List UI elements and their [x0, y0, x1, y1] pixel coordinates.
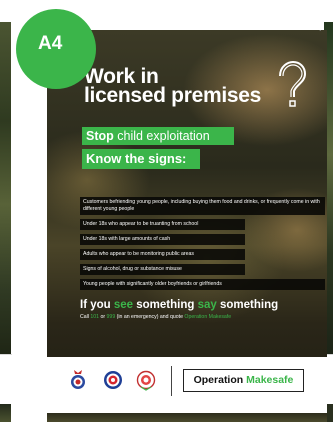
om-operation: Operation	[193, 374, 247, 386]
poster-bottom-image	[47, 413, 327, 422]
emblem-logo-icon	[136, 370, 156, 391]
footer-divider	[171, 366, 172, 396]
om-makesafe: Makesafe	[246, 374, 294, 386]
left-card-image	[0, 22, 11, 354]
crop-mark: ¦	[319, 30, 321, 31]
poster-title: Work in licensed premises	[84, 66, 261, 107]
cta-part: If you	[80, 299, 114, 311]
know-signs-banner: Know the signs:	[82, 149, 200, 169]
circular-badge-logo-icon	[104, 371, 122, 389]
question-mark-icon	[279, 60, 307, 107]
call-quote: Operation Makesafe	[184, 314, 232, 320]
operation-makesafe-logo: Operation Makesafe	[183, 369, 304, 392]
cta-part: something	[133, 299, 198, 311]
sign-item: Signs of alcohol, drug or substance misu…	[80, 264, 245, 275]
call-999: 999	[106, 314, 116, 320]
poster-title-line2: licensed premises	[84, 84, 261, 107]
call-101: 101	[90, 314, 100, 320]
call-part: or	[99, 314, 107, 320]
police-crest-logo-icon	[71, 370, 85, 389]
sign-item: Customers befriending young people, incl…	[80, 197, 325, 215]
stop-rest: child exploitation	[113, 129, 210, 143]
sign-item: Under 18s with large amounts of cash	[80, 234, 245, 245]
sign-item: Adults who appear to be monitoring publi…	[80, 249, 245, 260]
sign-item: Young people with significantly older bo…	[80, 279, 325, 290]
call-instructions: Call 101 or 999 (in an emergency) and qu…	[80, 314, 231, 321]
cta-part: something	[216, 299, 279, 311]
call-to-action: If you see something say something	[80, 299, 278, 312]
stop-word: Stop	[86, 129, 114, 143]
left-card-lower-image	[0, 404, 11, 422]
size-badge-label: A4	[38, 33, 63, 54]
signs-list: Customers befriending young people, incl…	[80, 197, 325, 294]
poster-preview[interactable]: · ¦ Work in licensed premises Stop child…	[47, 30, 327, 422]
stop-exploitation-banner: Stop child exploitation	[82, 127, 234, 145]
call-part: Call	[80, 314, 91, 320]
cta-see: see	[113, 299, 134, 311]
sign-item: Under 18s who appear to be truanting fro…	[80, 219, 245, 230]
left-card-divider	[0, 354, 12, 355]
call-part: (in an emergency) and quote	[115, 314, 185, 320]
cta-say: say	[197, 299, 217, 311]
